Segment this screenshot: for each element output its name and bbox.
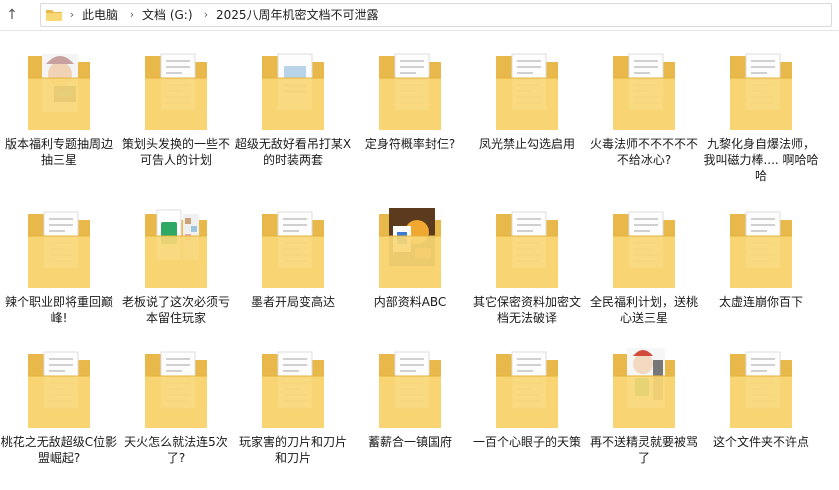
folder-icon	[492, 202, 562, 294]
folder-label: 凤光禁止勾选启用	[478, 137, 575, 151]
folder-icon	[258, 44, 328, 136]
folder-icon	[492, 44, 562, 136]
folder-label: 一百个心眼子的天策	[472, 435, 581, 449]
folder-label: 这个文件夹不许点	[712, 435, 809, 449]
folder-label: 太虚连崩你百下	[718, 295, 803, 309]
chevron-right-icon[interactable]: ›	[67, 8, 77, 21]
folder-label: 桃花之无敌超级C位影盟崛起?	[0, 435, 118, 465]
folder-icon	[141, 202, 211, 294]
folder-icon	[375, 202, 445, 294]
folder-label: 墨者开局变高达	[250, 295, 335, 309]
folder-label: 天火怎么就法连5次了?	[124, 435, 228, 465]
folder-icon	[375, 44, 445, 136]
folder-label: 超级无敌好看吊打某X的时装两套	[234, 137, 352, 167]
address-bar[interactable]: › 此电脑 › 文档 (G:) › 2025八周年机密文档不可泄露	[40, 3, 832, 27]
folder-label: 策划头发换的一些不可告人的计划	[121, 137, 230, 167]
folder-icon	[141, 342, 211, 434]
folder-label: 玩家害的刀片和刀片和刀片	[238, 435, 347, 465]
folder-label: 内部资料ABC	[373, 295, 447, 309]
breadcrumb-current-folder[interactable]: 2025八周年机密文档不可泄露	[216, 8, 379, 23]
folder-label: 全民福利计划，送桃心送三星	[589, 295, 698, 325]
folder-icon	[726, 202, 796, 294]
folder-icon	[726, 342, 796, 434]
folder-grid: 版本福利专题抽周边抽三星 策划头发换的一些不可告人的计划 超级无敌好看吊打某X的时装…	[0, 30, 839, 490]
breadcrumb-this-pc[interactable]: 此电脑	[82, 8, 118, 23]
folder-icon	[726, 44, 796, 136]
folder-label: 火毒法师不不不不不不给冰心?	[589, 137, 698, 167]
breadcrumb-drive[interactable]: 文档 (G:)	[142, 8, 193, 23]
address-toolbar: ↑ › 此电脑 › 文档 (G:) › 2025八周年机密文档不可泄露	[0, 0, 839, 31]
folder-icon	[46, 10, 62, 21]
folder-icon	[258, 202, 328, 294]
folder-label: 辣个职业即将重回巅峰!	[4, 295, 113, 325]
folder-icon	[24, 202, 94, 294]
folder-label: 蓄薪合一镇国府	[367, 435, 452, 449]
folder-icon	[609, 342, 679, 434]
folder-label: 再不送精灵就要被骂了	[589, 435, 698, 465]
folder-icon	[141, 44, 211, 136]
folder-icon	[609, 202, 679, 294]
folder-icon	[258, 342, 328, 434]
folder-icon	[492, 342, 562, 434]
folder-icon	[609, 44, 679, 136]
folder-label: 九黎化身自爆法师，我叫磁力棒.... 啊哈哈哈	[703, 137, 819, 183]
chevron-right-icon[interactable]: ›	[201, 8, 211, 21]
folder-icon	[24, 342, 94, 434]
folder-icon	[24, 44, 94, 136]
folder-label: 其它保密资料加密文档无法破译	[472, 295, 581, 325]
folder-label: 定身符概率封仨?	[364, 137, 456, 151]
chevron-right-icon[interactable]: ›	[127, 8, 137, 21]
folder-icon	[375, 342, 445, 434]
folder-label: 老板说了这次必须亏本留住玩家	[121, 295, 230, 325]
up-arrow-icon[interactable]: ↑	[4, 6, 20, 24]
folder-label: 版本福利专题抽周边抽三星	[4, 137, 113, 167]
